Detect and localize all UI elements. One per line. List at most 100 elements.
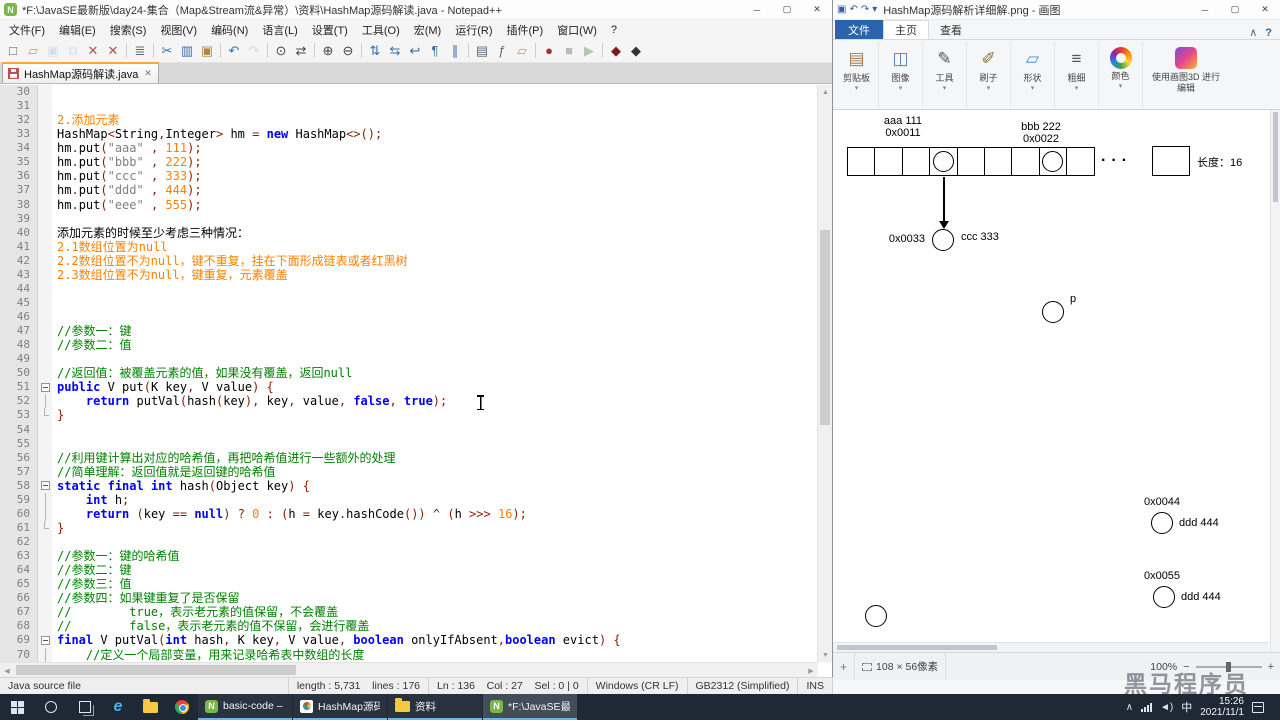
menu-item[interactable]: 工具(O) [355,22,407,38]
menu-item[interactable]: 搜索(S) [103,22,154,38]
close-button[interactable]: ✕ [802,0,832,19]
code-line[interactable]: 37 hm.put("ddd" , 444); [0,183,818,198]
print-icon[interactable]: ≣ [130,41,150,61]
menu-item[interactable]: 文件(F) [2,22,52,38]
taskbar-clock[interactable]: 15:26 2021/11/1 [1200,696,1244,718]
open-file-icon[interactable]: ▱ [23,41,43,61]
code-line[interactable]: 33 HashMap<String,Integer> hm = new HashM… [0,127,818,142]
code-line[interactable]: 47 //参数一：键 [0,324,818,339]
code-editor[interactable]: 30 31 32 2.添加元素 33 HashMap<String,Integer> hm… [0,85,818,662]
palette-group[interactable]: 颜色 ▾ [1099,42,1143,107]
editor-horizontal-scrollbar[interactable]: ◀ ▶ [0,662,818,677]
menu-item[interactable]: 插件(P) [500,22,551,38]
maximize-button[interactable]: ▢ [772,0,802,19]
code-line[interactable]: 41 2.1数组位置为null [0,239,818,254]
ribbon-tab-主页[interactable]: 主页 [883,20,929,39]
plugin-icon-2[interactable]: ◆ [626,41,646,61]
code-line[interactable]: 52 return putVal(hash(key), key, value, … [0,394,818,409]
menu-item[interactable]: 运行(R) [448,22,499,38]
scroll-left-arrow-icon[interactable]: ◀ [0,663,14,678]
line-width-group[interactable]: ≡ 粗细 ▾ [1055,42,1099,107]
menu-item[interactable]: 视图(V) [153,22,204,38]
image-select-group[interactable]: ◫ 图像 ▾ [879,42,923,107]
redo-icon[interactable]: ↷ [861,4,869,15]
zoom-in-button[interactable]: + [1268,661,1274,673]
paste-icon[interactable]: ▣ [197,41,217,61]
canvas-horizontal-scrollbar[interactable] [833,642,1269,652]
undo-icon[interactable]: ↶ [224,41,244,61]
scroll-up-arrow-icon[interactable]: ▲ [818,85,833,99]
vertical-scroll-thumb[interactable] [820,230,830,425]
sync-scroll-v-icon[interactable]: ⇅ [365,41,385,61]
code-line[interactable]: 54 [0,422,818,437]
code-line[interactable]: 35 hm.put("bbb" , 222); [0,155,818,170]
indent-guide-icon[interactable]: ∥ [445,41,465,61]
canvas-vertical-scrollbar[interactable] [1270,110,1280,652]
code-line[interactable]: 44 [0,281,818,296]
horizontal-scroll-thumb[interactable] [837,645,997,650]
action-center-icon[interactable] [1252,701,1264,713]
horizontal-scroll-thumb[interactable] [16,665,296,675]
vertical-scroll-thumb[interactable] [1273,112,1278,202]
code-line[interactable]: 55 [0,436,818,451]
plugin-icon-1[interactable]: ◆ [606,41,626,61]
code-line[interactable]: 60 return (key == null) ? 0 : (h = key.h… [0,506,818,521]
fold-box-icon[interactable] [40,635,50,645]
taskbar-pin-explorer[interactable] [134,694,166,720]
code-line[interactable]: 56 //利用键计算出对应的哈希值，再把哈希值进行一些额外的处理 [0,450,818,465]
minimize-button[interactable]: ─ [1190,0,1220,19]
menu-item[interactable]: 编辑(E) [52,22,103,38]
redo-icon[interactable]: ↷ [244,41,264,61]
code-line[interactable]: 46 [0,310,818,325]
code-line[interactable]: 59 int h; [0,492,818,507]
code-line[interactable]: 67 // true，表示老元素的值保留，不会覆盖 [0,605,818,620]
code-line[interactable]: 57 //简单理解：返回值就是返回键的哈希值 [0,464,818,479]
notepad-titlebar[interactable]: N *F:\JavaSE最新版\day24-集合（Map&Stream流&异常）… [0,0,832,20]
cut-icon[interactable]: ✂ [157,41,177,61]
code-line[interactable]: 32 2.添加元素 [0,113,818,128]
code-line[interactable]: 50 //返回值：被覆盖元素的值，如果没有覆盖，返回null [0,366,818,381]
fold-box-icon[interactable] [40,481,50,491]
help-icon[interactable]: ? [1265,27,1272,39]
menu-item[interactable]: 设置(T) [305,22,355,38]
taskbar-pin-edge[interactable]: e [102,694,134,720]
fold-marker[interactable] [38,633,52,648]
word-wrap-icon[interactable]: ↩ [405,41,425,61]
tab-close-icon[interactable]: ✕ [144,68,152,79]
scroll-right-arrow-icon[interactable]: ▶ [804,663,818,678]
brush-group[interactable]: ✐ 刷子 ▾ [967,42,1011,107]
function-list-icon[interactable]: ƒ [492,41,512,61]
folder-workspace-icon[interactable]: ▱ [512,41,532,61]
code-line[interactable]: 51 public V put(K key, V value) { [0,380,818,395]
code-line[interactable]: 64 //参数二：键 [0,563,818,578]
code-line[interactable]: 34 hm.put("aaa" , 111); [0,141,818,156]
paint-titlebar[interactable]: ▣ ↶ ↷ ▾ HashMap源码解析详细解.png - 画图 ─ ▢ ✕ [833,0,1280,20]
task-view-button[interactable] [68,694,102,720]
code-line[interactable]: 70 //定义一个局部变量，用来记录哈希表中数组的长度 [0,647,818,662]
network-icon[interactable] [1141,702,1153,712]
volume-icon[interactable]: ◄) [1160,702,1173,713]
code-line[interactable]: 62 [0,535,818,550]
editor-vertical-scrollbar[interactable]: ▲ ▼ [817,85,832,662]
code-line[interactable]: 43 2.3数组位置不为null，键重复，元素覆盖 [0,267,818,282]
qat-dropdown-icon[interactable]: ▾ [872,4,877,15]
code-line[interactable]: 69 final V putVal(int hash, K key, V valu… [0,633,818,648]
code-line[interactable]: 53} [0,408,818,423]
code-line[interactable]: 39 [0,211,818,226]
edit-with-paint3d-button[interactable]: 使用画图3D 进行编辑 [1143,42,1229,107]
find-icon[interactable]: ⊙ [271,41,291,61]
save-all-icon[interactable]: ⧉ [63,41,83,61]
fold-box-icon[interactable] [40,382,50,392]
zoom-out-icon[interactable]: ⊖ [338,41,358,61]
code-line[interactable]: 31 [0,99,818,114]
taskbar-button[interactable]: Nbasic-code – Has... [198,694,292,720]
code-line[interactable]: 63 //参数一：键的哈希值 [0,549,818,564]
code-line[interactable]: 61} [0,520,818,535]
menu-item[interactable]: ? [604,24,624,36]
maximize-button[interactable]: ▢ [1220,0,1250,19]
doc-map-icon[interactable]: ▤ [472,41,492,61]
tab-hashmap-source[interactable]: HashMap源码解读.java ✕ [2,62,159,83]
menu-item[interactable]: 宏(M) [407,22,449,38]
code-line[interactable]: 36 hm.put("ccc" , 333); [0,169,818,184]
record-macro-icon[interactable]: ● [539,41,559,61]
